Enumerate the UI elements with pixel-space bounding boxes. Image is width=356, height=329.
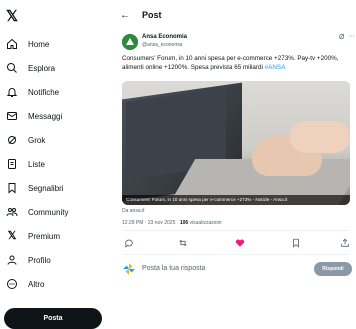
post-meta: 12:29 PM · 23 nov 2025 · 106 visualizzaz… (122, 220, 222, 226)
sidebar-item-label: Community (28, 207, 69, 217)
reply-input[interactable]: Posta la tua risposta (142, 265, 205, 272)
sidebar-item-label: Altro (28, 279, 45, 289)
list-icon (6, 158, 18, 170)
hashtag-link[interactable]: #ANSA (265, 64, 286, 71)
bell-icon (6, 86, 18, 98)
x-logo-icon[interactable]: 𝕏 (6, 9, 22, 25)
sidebar-item-label: Esplora (28, 63, 56, 73)
sidebar-item-label: Liste (28, 159, 45, 169)
post-image[interactable]: Consumers' Forum, in 10 anni spesa per e… (122, 81, 350, 205)
reply-icon[interactable] (122, 236, 136, 250)
mail-icon (6, 110, 18, 122)
sidebar-item-messages[interactable]: Messaggi (6, 107, 62, 125)
source-link[interactable]: Da ansa.it (122, 208, 145, 214)
sidebar: 𝕏 Home Esplora Notifiche Messaggi Grok L… (0, 0, 110, 329)
profile-icon (6, 254, 18, 266)
views-label: visualizzazioni (188, 220, 222, 226)
page-title: Post (142, 10, 162, 20)
divider (122, 254, 350, 255)
home-icon (6, 38, 18, 50)
post-time[interactable]: 12:29 PM · 23 nov 2025 · (122, 220, 180, 226)
sidebar-item-label: Home (28, 39, 50, 49)
sidebar-item-label: Messaggi (28, 111, 63, 121)
image-caption: Consumers' Forum, in 10 anni spesa per e… (122, 195, 350, 205)
sidebar-item-notifications[interactable]: Notifiche (6, 83, 59, 101)
share-icon[interactable] (338, 236, 352, 250)
grok-icon[interactable]: Ø (339, 34, 344, 41)
divider (122, 230, 350, 231)
post-button[interactable]: Posta (4, 308, 102, 329)
back-arrow-icon[interactable]: ← (120, 10, 130, 21)
reply-button[interactable]: Rispondi (314, 262, 352, 276)
community-icon (6, 206, 18, 218)
grok-icon (6, 134, 18, 146)
header: ← Post (114, 0, 356, 30)
sidebar-item-label: Grok (28, 135, 46, 145)
search-icon (6, 62, 18, 74)
author-name[interactable]: Ansa Economia (142, 34, 187, 40)
more-options-icon[interactable]: ··· (348, 33, 355, 40)
like-icon[interactable] (233, 236, 247, 250)
ansa-logo-icon (122, 34, 138, 50)
sidebar-item-label: Segnalibri (28, 183, 64, 193)
pinwheel-icon (123, 263, 135, 275)
sidebar-item-label: Notifiche (28, 87, 60, 97)
more-circle-icon (6, 278, 18, 290)
views-count: 106 (179, 220, 189, 226)
sidebar-item-grok[interactable]: Grok (6, 131, 45, 149)
sidebar-item-label: Profilo (28, 255, 51, 265)
user-avatar[interactable] (122, 262, 136, 276)
x-icon: 𝕏 (7, 230, 17, 242)
post-text: Consumers' Forum, in 10 anni spesa per e… (122, 54, 350, 72)
repost-icon[interactable] (176, 236, 190, 250)
sidebar-item-premium[interactable]: 𝕏 Premium (6, 227, 60, 245)
sidebar-item-explore[interactable]: Esplora (6, 59, 55, 77)
post-text-main: Consumers' Forum, in 10 anni spesa per e… (122, 55, 339, 71)
bookmark-icon[interactable] (289, 236, 303, 250)
sidebar-item-community[interactable]: Community (6, 203, 68, 221)
sidebar-item-label: Premium (28, 231, 61, 241)
sidebar-item-more[interactable]: Altro (6, 275, 44, 293)
sidebar-item-lists[interactable]: Liste (6, 155, 45, 173)
author-handle[interactable]: @ansa_economia (142, 42, 182, 48)
sidebar-item-bookmarks[interactable]: Segnalibri (6, 179, 64, 197)
main-column: ← Post Ansa Economia @ansa_economia Ø ··… (114, 0, 356, 329)
sidebar-item-profile[interactable]: Profilo (6, 251, 51, 269)
author-avatar[interactable] (122, 34, 138, 50)
bookmark-icon (6, 182, 18, 194)
image-hand-right (290, 121, 350, 153)
sidebar-item-home[interactable]: Home (6, 35, 49, 53)
action-bar (122, 236, 354, 250)
